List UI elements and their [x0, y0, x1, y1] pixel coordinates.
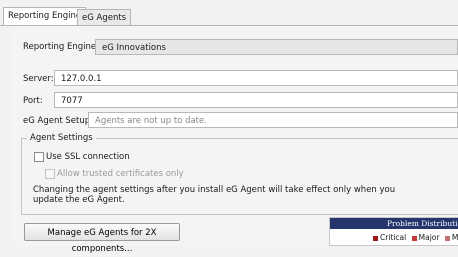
- legend-major: Major: [418, 233, 440, 242]
- allow-trusted-label: Allow trusted certificates only: [57, 169, 184, 179]
- legend-minor: M: [451, 233, 458, 242]
- use-ssl-checkbox[interactable]: [34, 152, 44, 162]
- reporting-engine-label: Reporting Engine:: [23, 42, 100, 52]
- minor-swatch: [444, 235, 450, 241]
- chart-title: Problem Distributio: [330, 218, 458, 229]
- agent-settings-title: Agent Settings: [27, 133, 96, 143]
- major-swatch: [411, 235, 417, 241]
- port-label: Port:: [23, 96, 43, 106]
- server-label: Server:: [23, 74, 54, 84]
- agent-setups-field[interactable]: Agents are not up to date.: [88, 112, 458, 128]
- tab-eg-agents[interactable]: eG Agents: [77, 9, 132, 26]
- agent-settings-note-line2: update the eG Agent.: [33, 195, 125, 205]
- server-input[interactable]: 127.0.0.1: [54, 70, 458, 86]
- use-ssl-label[interactable]: Use SSL connection: [46, 152, 130, 162]
- port-input[interactable]: 7077: [54, 92, 458, 108]
- manage-eg-agents-button[interactable]: Manage eG Agents for 2X components...: [24, 223, 180, 254]
- reporting-engine-field[interactable]: eG Innovations: [95, 39, 458, 55]
- chart-legend: Critical Major M: [373, 233, 458, 242]
- critical-swatch: [373, 235, 378, 241]
- agent-setups-label: eG Agent Setups:: [23, 116, 98, 126]
- problem-distribution-chart: Problem Distributio Critical Major M: [329, 217, 458, 246]
- allow-trusted-checkbox[interactable]: [45, 169, 55, 179]
- legend-critical: Critical: [380, 233, 407, 242]
- agent-settings-note-line1: Changing the agent settings after you in…: [33, 185, 396, 195]
- tab-reporting-engine[interactable]: Reporting Engine: [3, 7, 87, 26]
